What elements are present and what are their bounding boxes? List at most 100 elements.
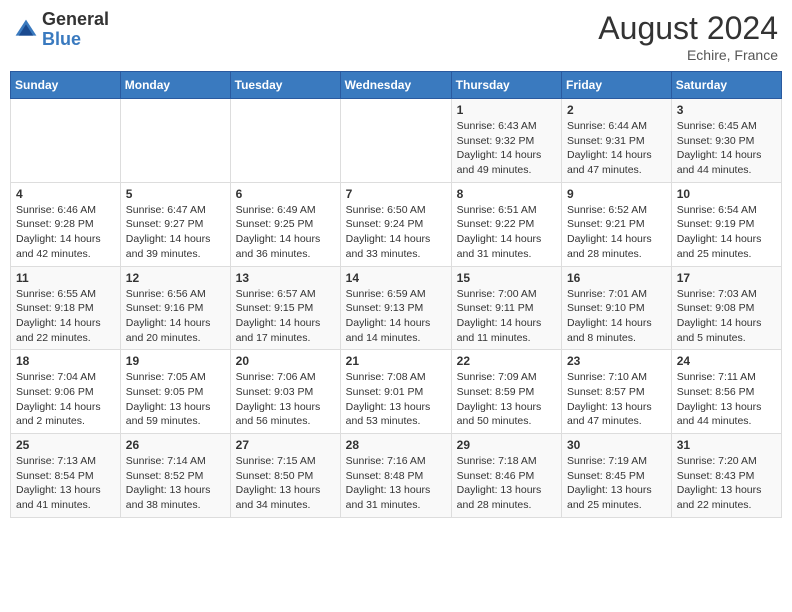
day-number: 17 xyxy=(677,271,776,285)
day-info: Sunrise: 6:55 AMSunset: 9:18 PMDaylight:… xyxy=(16,287,115,346)
day-info: Sunrise: 7:19 AMSunset: 8:45 PMDaylight:… xyxy=(567,454,666,513)
calendar-day-cell: 30 Sunrise: 7:19 AMSunset: 8:45 PMDayligh… xyxy=(562,434,672,518)
day-info: Sunrise: 7:00 AMSunset: 9:11 PMDaylight:… xyxy=(457,287,556,346)
calendar-day-cell: 25 Sunrise: 7:13 AMSunset: 8:54 PMDayligh… xyxy=(11,434,121,518)
calendar-body: 1 Sunrise: 6:43 AMSunset: 9:32 PMDaylight… xyxy=(11,99,782,518)
day-info: Sunrise: 7:04 AMSunset: 9:06 PMDaylight:… xyxy=(16,370,115,429)
day-info: Sunrise: 7:05 AMSunset: 9:05 PMDaylight:… xyxy=(126,370,225,429)
day-number: 16 xyxy=(567,271,666,285)
day-number: 19 xyxy=(126,354,225,368)
day-of-week-header: Thursday xyxy=(451,72,561,99)
day-number: 24 xyxy=(677,354,776,368)
day-number: 9 xyxy=(567,187,666,201)
day-info: Sunrise: 6:46 AMSunset: 9:28 PMDaylight:… xyxy=(16,203,115,262)
day-number: 22 xyxy=(457,354,556,368)
day-number: 5 xyxy=(126,187,225,201)
day-info: Sunrise: 6:49 AMSunset: 9:25 PMDaylight:… xyxy=(236,203,335,262)
calendar-day-cell: 2 Sunrise: 6:44 AMSunset: 9:31 PMDaylight… xyxy=(562,99,672,183)
calendar-week-row: 18 Sunrise: 7:04 AMSunset: 9:06 PMDayligh… xyxy=(11,350,782,434)
day-info: Sunrise: 6:43 AMSunset: 9:32 PMDaylight:… xyxy=(457,119,556,178)
day-of-week-header: Sunday xyxy=(11,72,121,99)
day-number: 4 xyxy=(16,187,115,201)
logo: General Blue xyxy=(14,10,109,50)
day-number: 25 xyxy=(16,438,115,452)
day-info: Sunrise: 6:52 AMSunset: 9:21 PMDaylight:… xyxy=(567,203,666,262)
day-number: 15 xyxy=(457,271,556,285)
day-number: 1 xyxy=(457,103,556,117)
calendar-day-cell xyxy=(120,99,230,183)
days-of-week-row: SundayMondayTuesdayWednesdayThursdayFrid… xyxy=(11,72,782,99)
calendar-day-cell: 10 Sunrise: 6:54 AMSunset: 9:19 PMDayligh… xyxy=(671,182,781,266)
day-info: Sunrise: 6:59 AMSunset: 9:13 PMDaylight:… xyxy=(346,287,446,346)
day-info: Sunrise: 7:14 AMSunset: 8:52 PMDaylight:… xyxy=(126,454,225,513)
calendar-week-row: 25 Sunrise: 7:13 AMSunset: 8:54 PMDayligh… xyxy=(11,434,782,518)
calendar-day-cell: 18 Sunrise: 7:04 AMSunset: 9:06 PMDayligh… xyxy=(11,350,121,434)
day-number: 13 xyxy=(236,271,335,285)
day-number: 29 xyxy=(457,438,556,452)
day-number: 11 xyxy=(16,271,115,285)
day-info: Sunrise: 6:54 AMSunset: 9:19 PMDaylight:… xyxy=(677,203,776,262)
day-info: Sunrise: 7:03 AMSunset: 9:08 PMDaylight:… xyxy=(677,287,776,346)
calendar-day-cell: 12 Sunrise: 6:56 AMSunset: 9:16 PMDayligh… xyxy=(120,266,230,350)
day-info: Sunrise: 7:06 AMSunset: 9:03 PMDaylight:… xyxy=(236,370,335,429)
title-block: August 2024 Echire, France xyxy=(598,10,778,63)
day-of-week-header: Tuesday xyxy=(230,72,340,99)
day-number: 30 xyxy=(567,438,666,452)
calendar-day-cell: 20Sunrise: 7:06 AMSunset: 9:03 PMDayligh… xyxy=(230,350,340,434)
calendar-day-cell: 21 Sunrise: 7:08 AMSunset: 9:01 PMDayligh… xyxy=(340,350,451,434)
calendar-day-cell: 28 Sunrise: 7:16 AMSunset: 8:48 PMDayligh… xyxy=(340,434,451,518)
calendar-day-cell: 7Sunrise: 6:50 AMSunset: 9:24 PMDaylight… xyxy=(340,182,451,266)
day-of-week-header: Wednesday xyxy=(340,72,451,99)
day-info: Sunrise: 6:56 AMSunset: 9:16 PMDaylight:… xyxy=(126,287,225,346)
day-info: Sunrise: 7:13 AMSunset: 8:54 PMDaylight:… xyxy=(16,454,115,513)
calendar-day-cell: 31 Sunrise: 7:20 AMSunset: 8:43 PMDayligh… xyxy=(671,434,781,518)
day-info: Sunrise: 7:01 AMSunset: 9:10 PMDaylight:… xyxy=(567,287,666,346)
calendar-day-cell: 24 Sunrise: 7:11 AMSunset: 8:56 PMDayligh… xyxy=(671,350,781,434)
calendar-day-cell: 15 Sunrise: 7:00 AMSunset: 9:11 PMDayligh… xyxy=(451,266,561,350)
day-info: Sunrise: 7:10 AMSunset: 8:57 PMDaylight:… xyxy=(567,370,666,429)
day-info: Sunrise: 7:16 AMSunset: 8:48 PMDaylight:… xyxy=(346,454,446,513)
calendar-day-cell: 6 Sunrise: 6:49 AMSunset: 9:25 PMDaylight… xyxy=(230,182,340,266)
calendar-table: SundayMondayTuesdayWednesdayThursdayFrid… xyxy=(10,71,782,518)
location-subtitle: Echire, France xyxy=(598,47,778,63)
logo-general-text: General xyxy=(42,10,109,30)
month-year-title: August 2024 xyxy=(598,10,778,47)
calendar-header: SundayMondayTuesdayWednesdayThursdayFrid… xyxy=(11,72,782,99)
day-info: Sunrise: 7:18 AMSunset: 8:46 PMDaylight:… xyxy=(457,454,556,513)
day-number: 27 xyxy=(236,438,335,452)
calendar-day-cell: 3Sunrise: 6:45 AMSunset: 9:30 PMDaylight… xyxy=(671,99,781,183)
day-info: Sunrise: 7:08 AMSunset: 9:01 PMDaylight:… xyxy=(346,370,446,429)
day-number: 23 xyxy=(567,354,666,368)
day-info: Sunrise: 6:57 AMSunset: 9:15 PMDaylight:… xyxy=(236,287,335,346)
calendar-day-cell xyxy=(230,99,340,183)
day-number: 14 xyxy=(346,271,446,285)
calendar-day-cell: 27Sunrise: 7:15 AMSunset: 8:50 PMDayligh… xyxy=(230,434,340,518)
day-number: 12 xyxy=(126,271,225,285)
calendar-day-cell: 14 Sunrise: 6:59 AMSunset: 9:13 PMDayligh… xyxy=(340,266,451,350)
calendar-week-row: 1 Sunrise: 6:43 AMSunset: 9:32 PMDaylight… xyxy=(11,99,782,183)
calendar-day-cell: 23 Sunrise: 7:10 AMSunset: 8:57 PMDayligh… xyxy=(562,350,672,434)
day-number: 31 xyxy=(677,438,776,452)
day-info: Sunrise: 6:50 AMSunset: 9:24 PMDaylight:… xyxy=(346,203,446,262)
day-info: Sunrise: 6:51 AMSunset: 9:22 PMDaylight:… xyxy=(457,203,556,262)
day-number: 26 xyxy=(126,438,225,452)
day-number: 2 xyxy=(567,103,666,117)
day-info: Sunrise: 7:11 AMSunset: 8:56 PMDaylight:… xyxy=(677,370,776,429)
day-info: Sunrise: 7:09 AMSunset: 8:59 PMDaylight:… xyxy=(457,370,556,429)
day-info: Sunrise: 7:20 AMSunset: 8:43 PMDaylight:… xyxy=(677,454,776,513)
logo-icon xyxy=(14,18,38,42)
calendar-day-cell: 5Sunrise: 6:47 AMSunset: 9:27 PMDaylight… xyxy=(120,182,230,266)
calendar-day-cell: 9 Sunrise: 6:52 AMSunset: 9:21 PMDaylight… xyxy=(562,182,672,266)
calendar-day-cell xyxy=(11,99,121,183)
day-number: 28 xyxy=(346,438,446,452)
day-number: 6 xyxy=(236,187,335,201)
day-number: 21 xyxy=(346,354,446,368)
day-info: Sunrise: 6:45 AMSunset: 9:30 PMDaylight:… xyxy=(677,119,776,178)
calendar-day-cell: 11 Sunrise: 6:55 AMSunset: 9:18 PMDayligh… xyxy=(11,266,121,350)
day-number: 18 xyxy=(16,354,115,368)
day-of-week-header: Monday xyxy=(120,72,230,99)
calendar-week-row: 4 Sunrise: 6:46 AMSunset: 9:28 PMDaylight… xyxy=(11,182,782,266)
day-number: 10 xyxy=(677,187,776,201)
day-of-week-header: Friday xyxy=(562,72,672,99)
day-info: Sunrise: 6:44 AMSunset: 9:31 PMDaylight:… xyxy=(567,119,666,178)
